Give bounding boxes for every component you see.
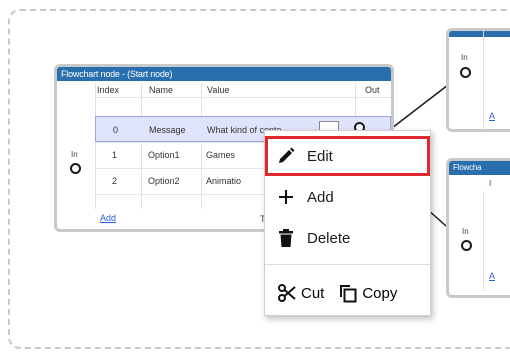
input-port-label: In: [462, 227, 469, 236]
pencil-icon: [271, 146, 301, 166]
menu-item-edit[interactable]: Edit: [265, 136, 430, 176]
scissors-icon: [277, 283, 297, 303]
flowchart-node[interactable]: In A: [446, 28, 510, 132]
context-menu: Edit Add Delete Cut Copy: [264, 130, 431, 316]
row-index: 0: [113, 125, 119, 135]
column-header-out: Out: [365, 85, 380, 95]
column-header-index: Index: [97, 85, 120, 95]
grid-divider: [483, 31, 484, 129]
grid-divider: [95, 97, 391, 98]
cut-label: Cut: [301, 284, 325, 302]
menu-item-label: Delete: [307, 229, 351, 247]
row-value: Games: [206, 150, 236, 160]
row-index: 1: [112, 150, 118, 160]
column-header-value: Value: [207, 85, 230, 95]
menu-separator: [265, 264, 430, 265]
copy-icon: [338, 283, 358, 303]
add-row-link[interactable]: A: [489, 111, 495, 121]
node-title: Flowchart node - (Start node): [57, 67, 391, 81]
column-header-name: Name: [149, 85, 174, 95]
node-title: Flowcha: [449, 161, 510, 175]
input-port-label: In: [71, 150, 78, 159]
plus-icon: [271, 188, 301, 206]
trash-icon: [271, 228, 301, 248]
row-name: Message: [149, 125, 186, 135]
row-value: Animatio: [206, 176, 242, 186]
add-row-link[interactable]: A: [489, 271, 495, 281]
menu-item-label: Edit: [307, 147, 333, 165]
copy-button[interactable]: Copy: [338, 283, 397, 303]
menu-item-add[interactable]: Add: [265, 177, 430, 217]
column-header: I: [489, 179, 492, 188]
row-index: 2: [112, 176, 118, 186]
input-port-label: In: [461, 53, 468, 62]
table-header: Index Name Value Out: [57, 83, 391, 97]
menu-item-delete[interactable]: Delete: [265, 218, 430, 258]
row-name: Option2: [148, 176, 180, 186]
add-row-link[interactable]: Add: [100, 213, 116, 223]
flowchart-node[interactable]: Flowcha I In A: [446, 158, 510, 298]
input-port[interactable]: [461, 240, 472, 251]
menu-item-label: Add: [307, 188, 334, 206]
input-port[interactable]: [70, 163, 81, 174]
input-port[interactable]: [460, 67, 471, 78]
copy-label: Copy: [362, 284, 398, 302]
row-name: Option1: [148, 150, 180, 160]
cut-button[interactable]: Cut: [277, 283, 324, 303]
node-title-bar: [449, 31, 510, 37]
clipboard-actions: Cut Copy: [265, 271, 430, 315]
grid-divider: [483, 191, 484, 291]
